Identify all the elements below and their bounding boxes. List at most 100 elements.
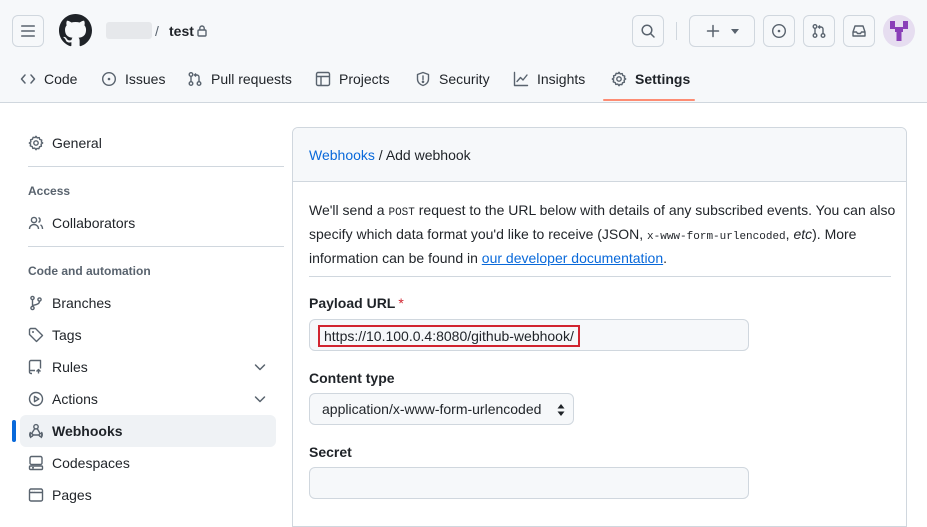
- page-title: Add webhook: [385, 147, 471, 163]
- browser-icon: [28, 488, 44, 502]
- sidebar-item-label: Codespaces: [52, 455, 130, 471]
- repo-name-link[interactable]: test: [169, 23, 194, 39]
- search-button[interactable]: [632, 15, 664, 47]
- secret-input[interactable]: [309, 467, 749, 499]
- pull-requests-button[interactable]: [803, 15, 835, 47]
- tab-issues[interactable]: Issues: [101, 62, 165, 96]
- panel-header: Webhooks / Add webhook: [293, 128, 906, 182]
- tab-projects-label: Projects: [339, 71, 390, 87]
- webhooks-breadcrumb-link[interactable]: Webhooks: [309, 147, 375, 163]
- webhook-description: We'll send a POST request to the URL bel…: [309, 200, 899, 269]
- etc-text: etc: [793, 226, 813, 242]
- sidebar-item-label: General: [52, 135, 102, 151]
- sidebar-item-label: Actions: [52, 391, 98, 407]
- plus-icon: [706, 24, 720, 38]
- selected-tab-indicator: [603, 99, 695, 101]
- sidebar-item-branches[interactable]: Branches: [20, 287, 276, 319]
- description-text: .: [663, 250, 668, 266]
- payload-url-label-text: Payload URL: [309, 295, 396, 311]
- sidebar-item-label: Tags: [52, 327, 82, 343]
- sidebar-heading-access: Access: [28, 184, 71, 198]
- gear-icon: [28, 135, 44, 151]
- panel-breadcrumb: Webhooks / Add webhook: [309, 147, 471, 163]
- gear-icon: [611, 71, 627, 87]
- inbox-button[interactable]: [843, 15, 875, 47]
- lock-icon: [196, 24, 208, 37]
- payload-url-value: https://10.100.0.4:8080/github-webhook/: [318, 325, 580, 347]
- description-text: We'll send a: [309, 202, 389, 218]
- sidebar-item-label: Branches: [52, 295, 112, 311]
- inbox-icon: [852, 25, 866, 37]
- sidebar-item-label: Rules: [52, 359, 88, 375]
- developer-docs-link[interactable]: our developer documentation: [482, 250, 663, 266]
- create-new-button[interactable]: [689, 15, 755, 47]
- people-icon: [28, 216, 44, 230]
- tab-security[interactable]: Security: [415, 62, 490, 96]
- payload-url-label: Payload URL *: [309, 295, 404, 311]
- hamburger-icon: [21, 25, 35, 37]
- issue-opened-icon: [771, 23, 787, 39]
- git-pull-request-icon: [812, 24, 826, 38]
- tab-settings-label: Settings: [635, 71, 691, 87]
- required-asterisk: *: [398, 295, 404, 311]
- section-divider: [309, 276, 891, 277]
- secret-label: Secret: [309, 444, 352, 460]
- select-arrows-icon: [557, 404, 565, 416]
- issues-button[interactable]: [763, 15, 795, 47]
- user-avatar[interactable]: [883, 15, 915, 47]
- tab-insights-label: Insights: [537, 71, 586, 87]
- issue-opened-icon: [101, 71, 117, 87]
- codespaces-icon: [28, 455, 44, 471]
- payload-url-input[interactable]: https://10.100.0.4:8080/github-webhook/: [309, 319, 749, 351]
- avatar-identicon: [890, 21, 908, 41]
- chevron-down-icon[interactable]: [252, 391, 268, 407]
- sidebar-item-actions[interactable]: Actions: [20, 383, 276, 415]
- sidebar-item-general[interactable]: General: [20, 127, 276, 159]
- tab-code-label: Code: [44, 71, 78, 87]
- tab-projects[interactable]: Projects: [315, 62, 390, 96]
- breadcrumb-separator: /: [374, 147, 386, 163]
- sidebar-item-label: Collaborators: [52, 215, 136, 231]
- graph-icon: [513, 71, 529, 87]
- sidebar-item-webhooks[interactable]: Webhooks: [20, 415, 276, 447]
- sidebar-item-collaborators[interactable]: Collaborators: [20, 207, 276, 239]
- search-icon: [641, 24, 655, 38]
- content-type-value: application/x-www-form-urlencoded: [322, 401, 542, 417]
- chevron-down-icon[interactable]: [252, 359, 268, 375]
- sidebar-divider: [28, 246, 284, 247]
- webhook-icon: [29, 423, 43, 439]
- tab-issues-label: Issues: [125, 71, 166, 87]
- sidebar-item-tags[interactable]: Tags: [20, 319, 276, 351]
- github-logo-icon[interactable]: [59, 14, 92, 47]
- urlencoded-code: x-www-form-urlencoded: [647, 231, 786, 243]
- tag-icon: [28, 327, 44, 343]
- tab-pull-requests[interactable]: Pull requests: [187, 62, 292, 96]
- play-icon: [28, 391, 44, 407]
- sidebar-item-label: Pages: [52, 487, 92, 503]
- git-branch-icon: [30, 295, 42, 311]
- repo-push-icon: [28, 359, 42, 375]
- header-divider: [676, 22, 677, 40]
- menu-button[interactable]: [12, 15, 44, 47]
- tab-insights[interactable]: Insights: [513, 62, 585, 96]
- sidebar-item-pages[interactable]: Pages: [20, 479, 276, 511]
- sidebar-item-codespaces[interactable]: Codespaces: [20, 447, 276, 479]
- git-pull-request-icon: [188, 72, 202, 86]
- code-icon: [20, 74, 36, 84]
- sidebar-divider: [28, 166, 284, 167]
- triangle-down-icon: [731, 28, 739, 34]
- sidebar-heading-code-automation: Code and automation: [28, 264, 151, 278]
- tab-security-label: Security: [439, 71, 490, 87]
- tab-settings[interactable]: Settings: [611, 62, 690, 96]
- content-type-select[interactable]: application/x-www-form-urlencoded: [309, 393, 574, 425]
- post-code: POST: [388, 207, 415, 219]
- shield-icon: [416, 71, 430, 87]
- sidebar-item-rules[interactable]: Rules: [20, 351, 276, 383]
- tab-code[interactable]: Code: [20, 62, 77, 96]
- tab-pull-requests-label: Pull requests: [211, 71, 292, 87]
- owner-name-redacted[interactable]: [106, 22, 152, 39]
- content-type-label: Content type: [309, 370, 395, 386]
- table-icon: [315, 71, 331, 87]
- repo-header: / test Code Issues Pull requests Project…: [0, 0, 927, 103]
- sidebar-item-label: Webhooks: [52, 423, 123, 439]
